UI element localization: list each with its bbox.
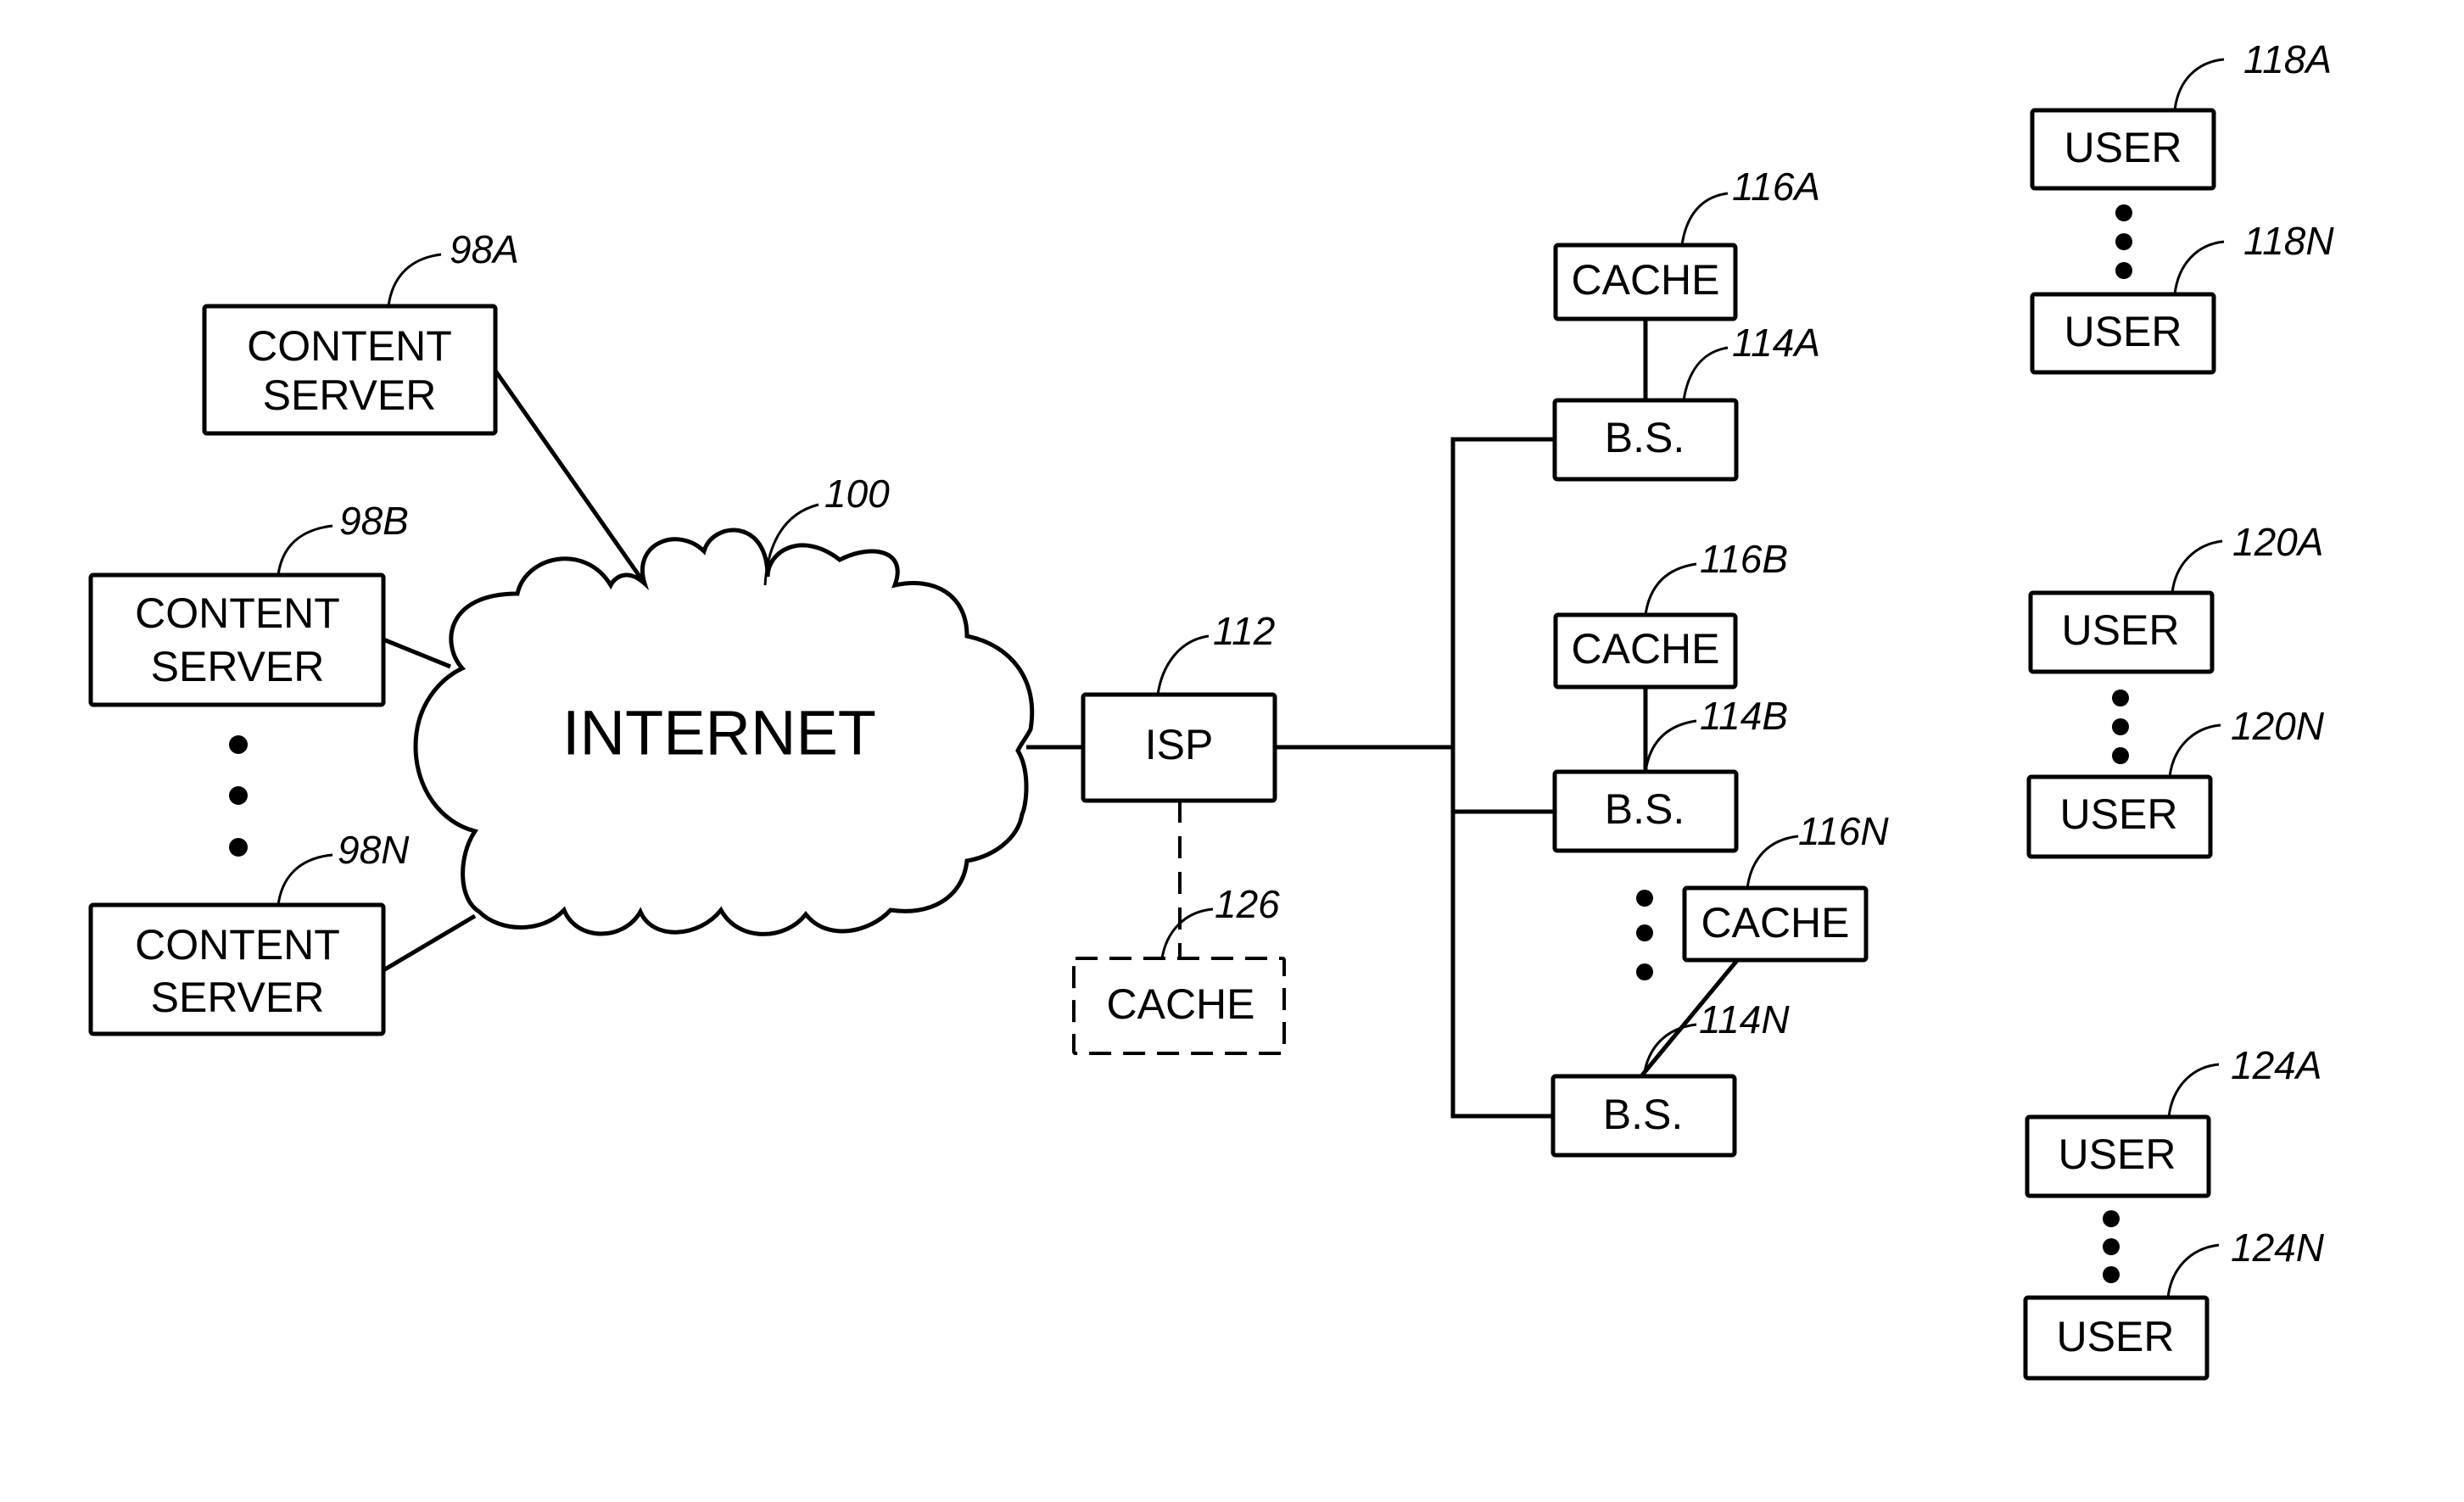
base-station-114a[interactable]: B.S. 114A xyxy=(1552,321,1820,482)
leader-116a xyxy=(1680,192,1729,246)
cache-label: CACHE xyxy=(1571,256,1719,304)
ellipsis-dot xyxy=(2112,718,2129,735)
content-server-98b[interactable]: CONTENT SERVER 98B xyxy=(88,499,409,707)
ellipsis-dot xyxy=(2103,1238,2120,1255)
content-server-label-line2: SERVER xyxy=(151,974,325,1021)
ref-124n: 124N xyxy=(2231,1226,2325,1270)
leader-124n xyxy=(2166,1243,2220,1298)
ellipsis-dot xyxy=(2115,262,2132,279)
user-118n[interactable]: USER 118N xyxy=(2030,219,2334,375)
base-station-label: B.S. xyxy=(1605,414,1685,461)
ref-118a: 118A xyxy=(2243,37,2332,81)
ellipsis-dot xyxy=(2112,747,2129,764)
ref-114a: 114A xyxy=(1732,321,1820,365)
base-station-label: B.S. xyxy=(1603,1091,1683,1138)
ellipsis-dot xyxy=(229,786,248,805)
cache-label: CACHE xyxy=(1571,625,1719,673)
cache-116a[interactable]: CACHE 116A xyxy=(1553,165,1820,321)
ref-126: 126 xyxy=(1215,882,1280,926)
leader-120a xyxy=(2171,539,2223,594)
user-label: USER xyxy=(2060,790,2178,838)
ref-98a: 98A xyxy=(450,227,519,271)
ellipsis-dot xyxy=(2103,1266,2120,1283)
leader-120n xyxy=(2168,723,2221,778)
leader-114n xyxy=(1642,1023,1697,1077)
ref-116a: 116A xyxy=(1732,165,1820,209)
leader-112 xyxy=(1156,634,1210,695)
cache-label: CACHE xyxy=(1106,980,1254,1028)
base-station-label: B.S. xyxy=(1605,785,1685,833)
user-118a[interactable]: USER 118A xyxy=(2030,37,2332,191)
content-server-label-line2: SERVER xyxy=(151,643,325,690)
ref-98n: 98N xyxy=(338,828,410,872)
user-label: USER xyxy=(2065,308,2182,355)
leader-116n xyxy=(1746,835,1799,889)
leader-98n xyxy=(277,853,333,906)
ref-118n: 118N xyxy=(2243,219,2334,263)
ellipsis-dot xyxy=(2115,233,2132,250)
content-server-label-line1: CONTENT xyxy=(135,921,340,969)
ref-98b: 98B xyxy=(339,499,409,543)
ref-114b: 114B xyxy=(1700,694,1788,738)
ref-124a: 124A xyxy=(2231,1043,2322,1087)
user-label: USER xyxy=(2062,606,2180,654)
ellipsis-dot xyxy=(2115,204,2132,221)
user-124a[interactable]: USER 124A xyxy=(2025,1043,2322,1198)
ellipsis-users-120 xyxy=(2112,690,2129,764)
isp-label: ISP xyxy=(1145,721,1214,768)
leader-114a xyxy=(1682,346,1729,401)
cache-label: CACHE xyxy=(1701,899,1849,946)
ellipsis-content-servers xyxy=(229,735,248,857)
content-server-label-line2: SERVER xyxy=(263,371,437,419)
ref-116b: 116B xyxy=(1700,537,1788,581)
cache-116b[interactable]: CACHE 116B xyxy=(1553,537,1788,690)
bus-line xyxy=(1450,437,1555,1119)
user-120a[interactable]: USER 120A xyxy=(2028,520,2323,674)
leader-98b xyxy=(277,524,333,576)
content-server-label-line1: CONTENT xyxy=(135,589,340,637)
leader-114b xyxy=(1644,719,1697,773)
ref-120n: 120N xyxy=(2231,704,2325,748)
ellipsis-dot xyxy=(229,838,248,857)
content-server-label-line1: CONTENT xyxy=(247,322,452,370)
internet-cloud: INTERNET 100 xyxy=(413,472,1035,936)
ellipsis-dot xyxy=(1636,924,1653,941)
content-server-98n[interactable]: CONTENT SERVER 98N xyxy=(88,828,410,1036)
isp-node[interactable]: ISP 112 xyxy=(1081,609,1277,803)
ellipsis-dot xyxy=(229,735,248,754)
ref-112: 112 xyxy=(1213,609,1275,653)
ref-120a: 120A xyxy=(2232,520,2323,564)
leader-98a xyxy=(387,253,442,307)
wire-cs98b-internet xyxy=(383,637,451,669)
wire-cs98n-internet xyxy=(382,913,477,973)
base-station-114b[interactable]: B.S. 114B xyxy=(1552,694,1788,853)
ellipsis-dot xyxy=(2103,1210,2120,1227)
user-120n[interactable]: USER 120N xyxy=(2026,704,2325,859)
ellipsis-dot xyxy=(1636,890,1653,907)
content-server-98a[interactable]: CONTENT SERVER 98A xyxy=(202,227,519,436)
ellipsis-users-124 xyxy=(2103,1210,2120,1283)
base-station-114n[interactable]: B.S. 114N xyxy=(1550,997,1790,1158)
user-label: USER xyxy=(2065,124,2182,171)
ellipsis-dot xyxy=(2112,690,2129,706)
ellipsis-users-118 xyxy=(2115,204,2132,279)
ref-116n: 116N xyxy=(1798,809,1889,853)
internet-label: INTERNET xyxy=(562,698,876,768)
leader-126 xyxy=(1160,907,1214,959)
ellipsis-base-stations xyxy=(1636,890,1653,980)
ref-100: 100 xyxy=(824,472,890,516)
wire-cs98a-internet xyxy=(493,369,647,585)
leader-116b xyxy=(1644,562,1697,616)
user-label: USER xyxy=(2057,1313,2175,1360)
leader-124a xyxy=(2167,1063,2220,1118)
leader-118n xyxy=(2173,240,2225,295)
ellipsis-dot xyxy=(1636,963,1653,980)
network-diagram: INTERNET 100 CONTENT SERVER 98A CONTENT … xyxy=(88,37,2334,1381)
user-label: USER xyxy=(2059,1131,2176,1178)
leader-118a xyxy=(2173,58,2225,111)
user-124n[interactable]: USER 124N xyxy=(2023,1226,2325,1381)
ref-114n: 114N xyxy=(1699,997,1790,1041)
